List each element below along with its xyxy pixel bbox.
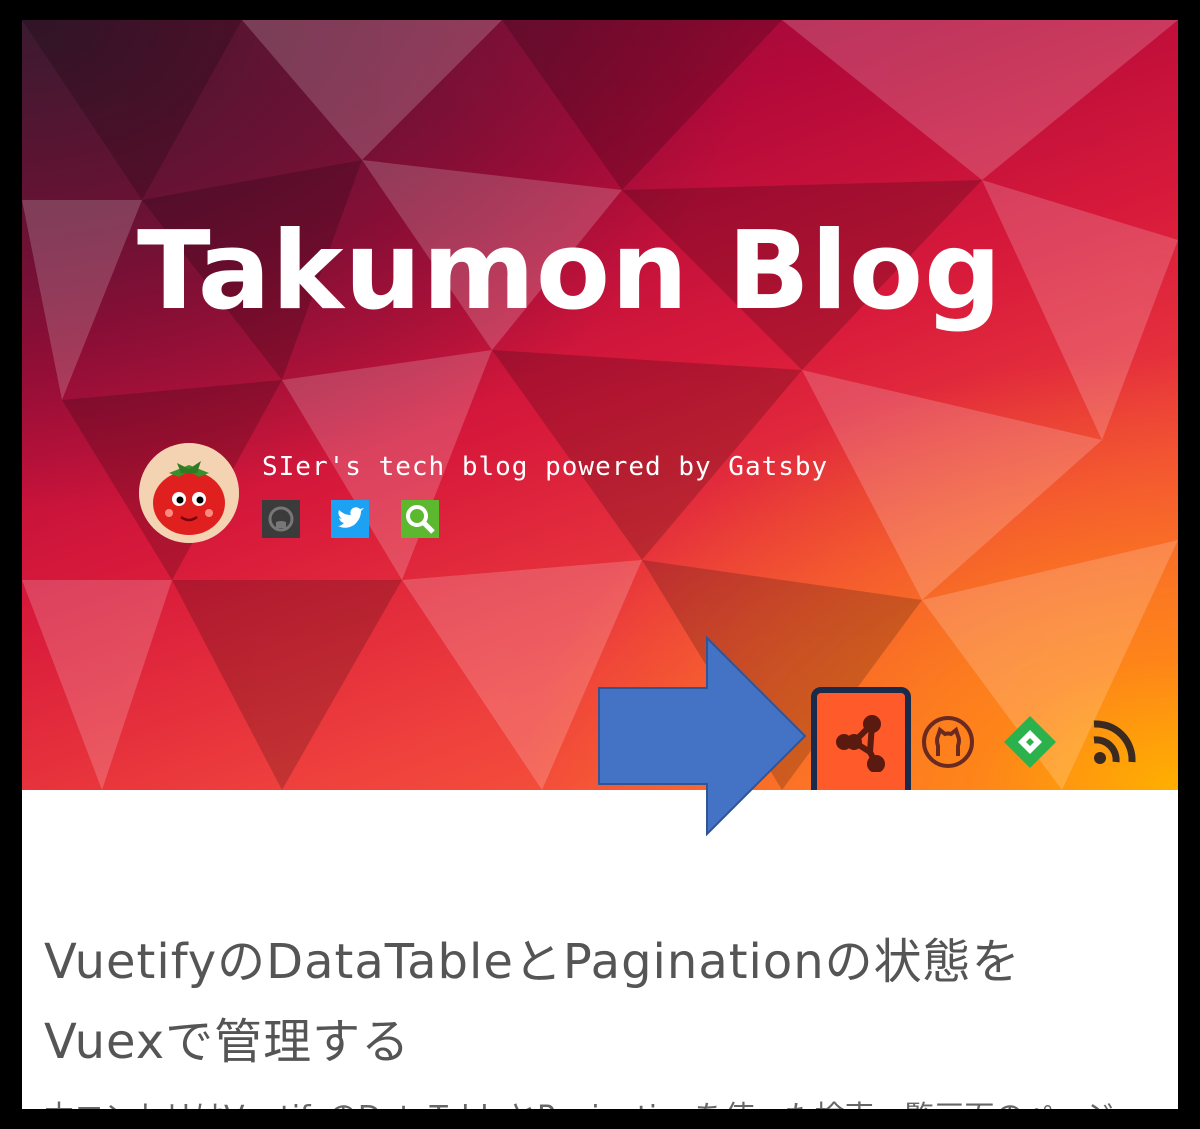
rss-icon[interactable] <box>1084 712 1144 772</box>
blog-tagline: SIer's tech blog powered by Gatsby <box>262 452 829 482</box>
tomato-avatar-icon <box>139 443 239 543</box>
post-title-line-1: VuetifyのDataTableとPaginationの状態を <box>44 934 1021 990</box>
fork-graph-icon[interactable] <box>832 712 892 773</box>
post-excerpt: 本エントリはVuetifyのDataTableとPaginationを使った検索… <box>44 1092 1154 1109</box>
search-icon[interactable] <box>401 500 439 538</box>
twitter-icon[interactable] <box>331 500 369 538</box>
post-title-line-2: Vuexで管理する <box>44 1014 411 1070</box>
post-title[interactable]: VuetifyのDataTableとPaginationの状態を Vuexで管理… <box>44 922 1154 1082</box>
blog-title[interactable]: Takumon Blog <box>137 218 1002 326</box>
screenshot-frame: Takumon Blog SIer's tech blog powered by… <box>22 20 1178 1109</box>
github-icon[interactable] <box>262 500 300 538</box>
github-icon[interactable] <box>918 712 978 772</box>
pointer-arrow <box>598 636 807 836</box>
feedly-icon[interactable] <box>1000 712 1060 772</box>
